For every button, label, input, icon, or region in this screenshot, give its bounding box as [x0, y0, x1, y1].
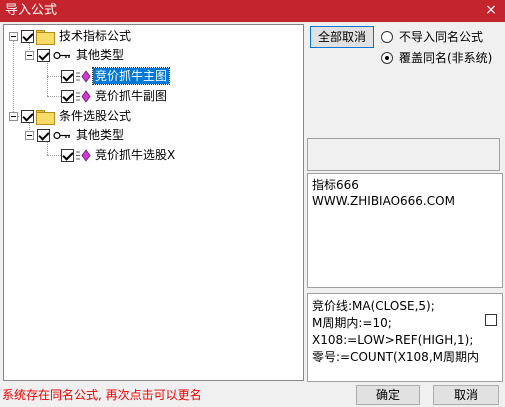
tree-connector — [47, 59, 48, 96]
radio-label: 覆盖同名(非系统) — [399, 51, 493, 65]
collapse-icon[interactable] — [9, 111, 18, 121]
tree-node-other-types[interactable]: 其他类型 — [25, 47, 126, 63]
tree-node-bid-main-chart[interactable]: 竞价抓牛主图 — [61, 67, 171, 85]
cancel-button[interactable]: 取消 — [433, 385, 499, 405]
collapse-icon[interactable] — [25, 50, 34, 60]
tree-node-tech-indicators[interactable]: 技术指标公式 — [9, 28, 133, 45]
collapse-icon[interactable] — [25, 130, 34, 140]
close-icon[interactable]: × — [483, 2, 499, 19]
tree-connector — [47, 76, 61, 77]
empty-panel — [307, 138, 500, 171]
formula-diamond-icon — [76, 148, 91, 162]
tree-checkbox[interactable] — [61, 69, 74, 83]
tree-connector — [47, 96, 61, 97]
formula-info-panel: 指标666 WWW.ZHIBIAO666.COM — [307, 173, 503, 288]
code-line: M周期内:=10; — [312, 316, 392, 330]
tree-checkbox[interactable] — [37, 48, 50, 62]
window-title: 导入公式 — [5, 3, 58, 18]
radio-label: 不导入同名公式 — [399, 30, 484, 44]
tree-checkbox[interactable] — [61, 148, 74, 162]
tree-node-label: 其他类型 — [76, 128, 125, 142]
tree-node-label: 条件选股公式 — [59, 109, 132, 123]
tree-node-bid-stock-pick[interactable]: 竞价抓牛选股X — [61, 147, 177, 163]
formula-tree[interactable]: 技术指标公式 其他类型 竞价抓牛主图 竞价抓牛副图 条件选股公式 其他类型 竞价… — [3, 24, 304, 381]
info-line: 指标666 — [312, 178, 359, 192]
tree-node-bid-sub-chart[interactable]: 竞价抓牛副图 — [61, 88, 169, 104]
select-all-toggle-button[interactable]: 全部取消 — [310, 26, 374, 48]
tree-checkbox[interactable] — [37, 128, 50, 142]
tree-node-stock-selection[interactable]: 条件选股公式 — [9, 108, 133, 125]
formula-code-panel[interactable]: 竞价线:MA(CLOSE,5); M周期内:=10; X108:=LOW>REF… — [307, 293, 503, 382]
tree-checkbox[interactable] — [61, 89, 74, 103]
ok-button[interactable]: 确定 — [356, 385, 420, 405]
title-bar: 导入公式 × — [0, 0, 505, 22]
folder-icon — [36, 109, 55, 125]
tree-checkbox[interactable] — [21, 109, 34, 123]
tree-node-label: 竞价抓牛副图 — [95, 89, 168, 103]
tree-connector — [13, 40, 14, 116]
tree-node-label: 技术指标公式 — [59, 29, 132, 43]
tree-node-other-types-2[interactable]: 其他类型 — [25, 127, 126, 143]
folder-icon — [36, 29, 55, 45]
key-icon — [53, 131, 70, 139]
formula-diamond-icon — [76, 69, 91, 83]
tree-node-label: 其他类型 — [76, 48, 125, 62]
tree-connector — [47, 155, 61, 156]
status-message: 系统存在同名公式, 再次点击可以更名 — [2, 388, 202, 402]
collapse-icon[interactable] — [9, 31, 18, 41]
radio-skip-duplicates[interactable]: 不导入同名公式 — [381, 28, 483, 45]
tree-checkbox[interactable] — [21, 29, 34, 43]
radio-dot[interactable] — [381, 51, 393, 64]
code-line: 零号:=COUNT(X108,M周期内 — [312, 350, 479, 364]
tree-node-label: 竞价抓牛主图 — [91, 67, 171, 85]
formula-diamond-icon — [76, 89, 91, 103]
code-checkbox[interactable] — [485, 314, 497, 326]
key-icon — [53, 51, 70, 59]
info-line: WWW.ZHIBIAO666.COM — [312, 194, 455, 208]
radio-overwrite-duplicates[interactable]: 覆盖同名(非系统) — [381, 49, 492, 66]
tree-node-label: 竞价抓牛选股X — [95, 148, 176, 162]
code-line: 竞价线:MA(CLOSE,5); — [312, 299, 435, 313]
code-line: X108:=LOW>REF(HIGH,1); — [312, 333, 474, 347]
radio-dot[interactable] — [381, 30, 393, 43]
